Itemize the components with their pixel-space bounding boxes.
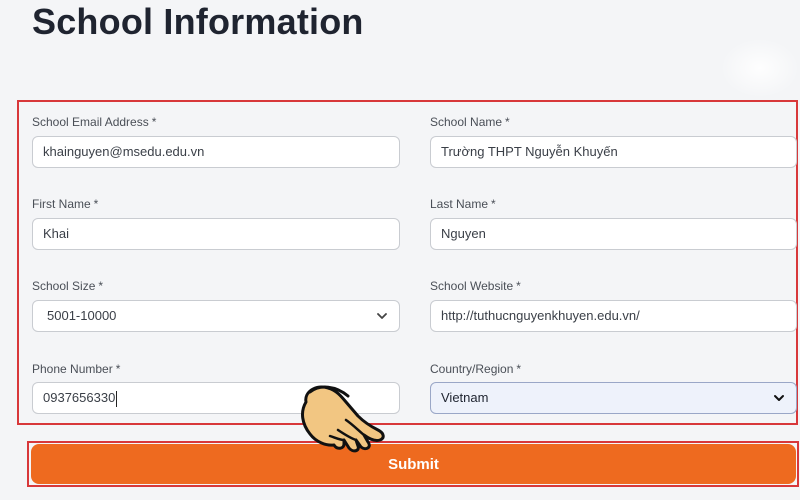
first-name-input[interactable]: Khai bbox=[32, 218, 400, 250]
last-name-input[interactable]: Nguyen bbox=[430, 218, 797, 250]
first-name-label: First Name * bbox=[32, 197, 99, 211]
phone-number-value: 0937656330 bbox=[43, 390, 116, 405]
school-website-input[interactable]: http://tuthucnguyenkhuyen.edu.vn/ bbox=[430, 300, 797, 332]
text-caret bbox=[116, 390, 118, 407]
phone-number-label: Phone Number * bbox=[32, 362, 121, 376]
chevron-down-icon bbox=[774, 395, 784, 401]
school-size-select[interactable]: 5001-10000 bbox=[32, 300, 400, 332]
page-title: School Information bbox=[32, 1, 364, 42]
country-region-value: Vietnam bbox=[441, 390, 489, 405]
chevron-down-icon bbox=[377, 313, 387, 319]
school-website-label: School Website * bbox=[430, 279, 521, 293]
submit-button[interactable]: Submit bbox=[31, 444, 796, 484]
school-name-input[interactable]: Trường THPT Nguyễn Khuyến bbox=[430, 136, 797, 168]
school-name-label: School Name * bbox=[430, 115, 510, 129]
school-email-input[interactable]: khainguyen@msedu.edu.vn bbox=[32, 136, 400, 168]
last-name-label: Last Name * bbox=[430, 197, 496, 211]
school-size-value: 5001-10000 bbox=[47, 308, 117, 323]
school-size-label: School Size * bbox=[32, 279, 104, 293]
pointing-hand-icon bbox=[301, 385, 385, 453]
school-email-label: School Email Address * bbox=[32, 115, 157, 129]
country-region-label: Country/Region * bbox=[430, 362, 522, 376]
country-region-select[interactable]: Vietnam bbox=[430, 382, 797, 414]
background-decoration bbox=[720, 38, 800, 98]
